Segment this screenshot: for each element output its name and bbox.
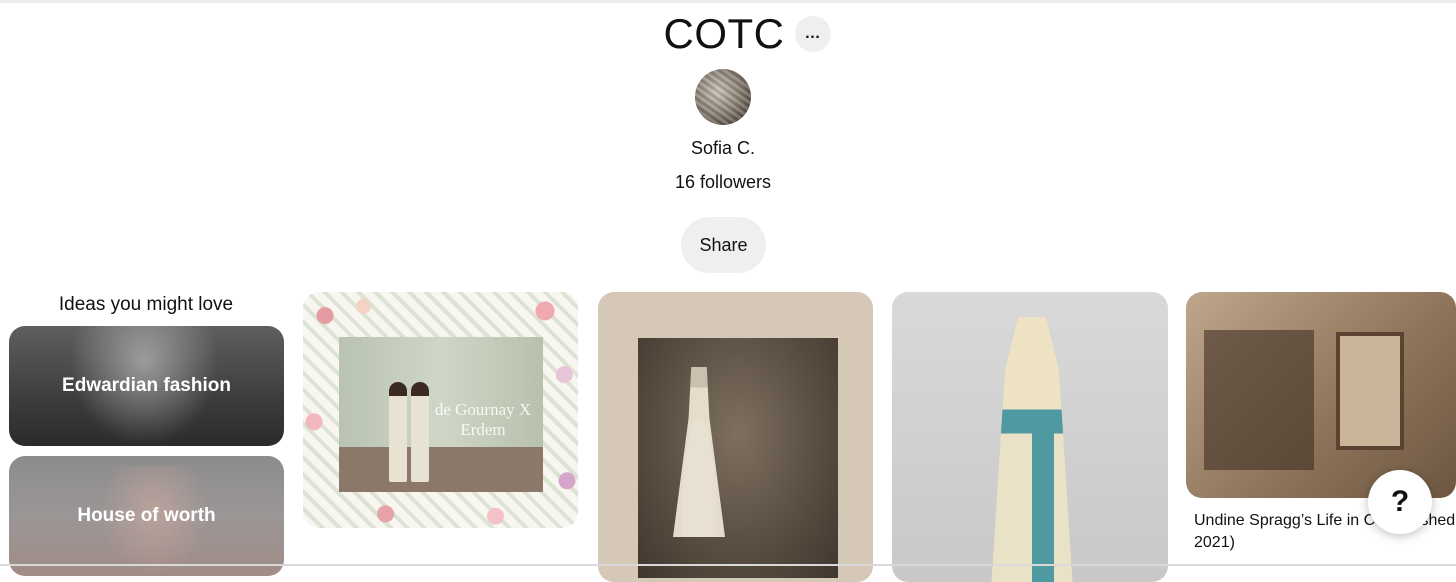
pin-overlay-text: de Gournay X Erdem bbox=[434, 400, 532, 439]
figure-left bbox=[389, 382, 407, 482]
figure-right bbox=[411, 382, 429, 482]
idea-card-label: Edwardian fashion bbox=[62, 375, 231, 396]
pin-antique-gown-photo[interactable] bbox=[598, 292, 873, 582]
followers-count[interactable]: 16 followers bbox=[0, 172, 1446, 193]
dress-image bbox=[991, 317, 1073, 582]
owner-avatar[interactable] bbox=[695, 69, 751, 125]
pin-studio-photo[interactable] bbox=[1186, 292, 1456, 498]
photo-frame bbox=[638, 338, 838, 578]
idea-card-label: House of worth bbox=[77, 505, 216, 526]
board-title: COTC bbox=[663, 10, 785, 57]
help-icon: ? bbox=[1390, 485, 1410, 518]
owner-name[interactable]: Sofia C. bbox=[0, 138, 1446, 159]
idea-card-house-of-worth[interactable]: House of worth bbox=[9, 456, 284, 576]
help-button[interactable]: ? bbox=[1368, 470, 1432, 534]
board-header: COTC … bbox=[0, 10, 1456, 58]
more-options-button[interactable]: … bbox=[794, 16, 831, 52]
more-icon: … bbox=[804, 25, 821, 42]
top-border bbox=[0, 0, 1456, 3]
pin-blue-sash-dress[interactable] bbox=[892, 292, 1168, 582]
idea-card-edwardian-fashion[interactable]: Edwardian fashion bbox=[9, 326, 284, 446]
share-button[interactable]: Share bbox=[681, 217, 766, 273]
ideas-heading: Ideas you might love bbox=[58, 294, 234, 315]
pin-degournay-erdem[interactable]: de Gournay X Erdem bbox=[303, 292, 578, 528]
